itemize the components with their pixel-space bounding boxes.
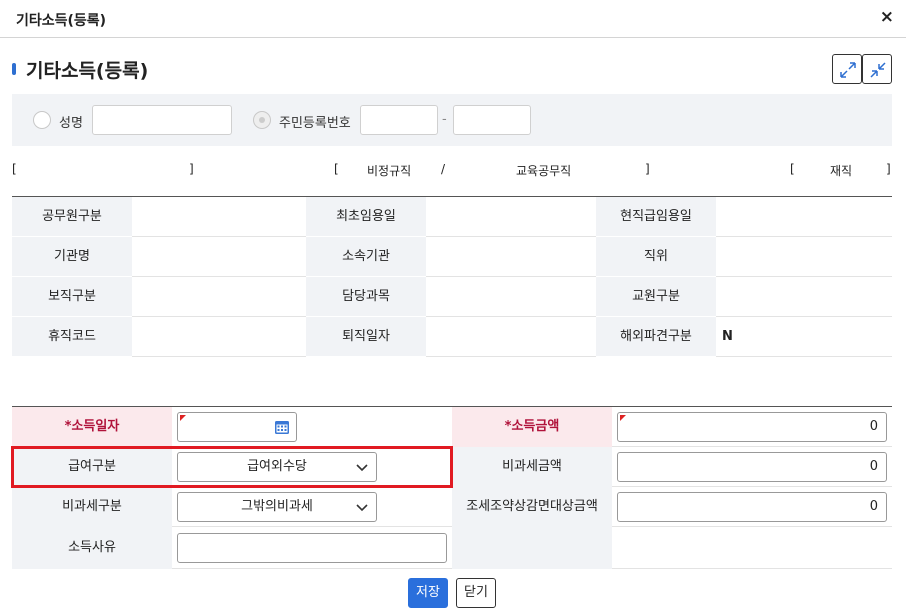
name-input[interactable] xyxy=(92,105,232,135)
income-date-label: *소득일자 xyxy=(12,407,172,447)
info-value xyxy=(716,277,892,317)
nontax-amount-value: 0 xyxy=(869,459,878,474)
reason-input[interactable] xyxy=(177,533,447,563)
search-panel: 성명 주민등록번호 - xyxy=(12,94,892,146)
info-label: 교원구분 xyxy=(596,277,716,317)
income-amount-label: *소득금액 xyxy=(452,407,612,447)
info-label: 기관명 xyxy=(12,237,132,277)
info-label: 소속기관 xyxy=(306,237,426,277)
info-row: 공무원구분 최초임용일 현직급임용일 xyxy=(12,197,892,237)
rrn-separator: - xyxy=(442,112,447,127)
required-marker xyxy=(620,415,626,421)
reason-label: 소득사유 xyxy=(12,527,172,569)
info-row: 휴직코드 퇴직일자 해외파견구분 N xyxy=(12,317,892,357)
nontax-type-select[interactable]: 그밖의비과세 xyxy=(177,492,377,522)
bracket-open: [ xyxy=(790,162,795,176)
bracket-close: ] xyxy=(189,162,194,176)
radio-name[interactable] xyxy=(33,111,51,129)
info-label: 현직급임용일 xyxy=(596,197,716,237)
info-label: 보직구분 xyxy=(12,277,132,317)
nontax-amount-input[interactable]: 0 xyxy=(617,452,887,482)
info-label: 담당과목 xyxy=(306,277,426,317)
save-button[interactable]: 저장 xyxy=(408,578,448,608)
employee-info-table: 공무원구분 최초임용일 현직급임용일 기관명 소속기관 직위 보직구분 담당과목… xyxy=(12,196,892,357)
radio-name-label: 성명 xyxy=(59,116,83,131)
close-button[interactable]: 닫기 xyxy=(456,578,496,608)
bracket-open: [ xyxy=(334,162,339,176)
slash: / xyxy=(441,162,446,176)
info-value xyxy=(426,317,596,357)
form-row: 비과세구분 그밖의비과세 조세조약상감면대상금액 0 xyxy=(12,487,892,527)
info-value: N xyxy=(716,317,892,357)
expand-button[interactable] xyxy=(832,54,862,84)
expand-icon xyxy=(840,62,856,78)
rrn-second-input[interactable] xyxy=(453,105,531,135)
info-label: 최초임용일 xyxy=(306,197,426,237)
info-value xyxy=(426,277,596,317)
info-row: 기관명 소속기관 직위 xyxy=(12,237,892,277)
heading-marker xyxy=(12,63,16,75)
dialog-titlebar: 기타소득(등록) × xyxy=(0,0,906,38)
info-label: 해외파견구분 xyxy=(596,317,716,357)
treaty-amount-input[interactable]: 0 xyxy=(617,492,887,522)
chevron-down-icon xyxy=(356,504,368,512)
info-value xyxy=(716,197,892,237)
info-label: 퇴직일자 xyxy=(306,317,426,357)
income-date-field[interactable] xyxy=(177,412,297,442)
collapse-icon xyxy=(870,62,886,78)
nontax-type-value: 그밖의비과세 xyxy=(241,499,313,514)
income-amount-input[interactable]: 0 xyxy=(617,412,887,442)
page-title: 기타소득(등록) xyxy=(26,60,149,82)
info-row: 보직구분 담당과목 교원구분 xyxy=(12,277,892,317)
collapse-button[interactable] xyxy=(862,54,892,84)
info-label: 휴직코드 xyxy=(12,317,132,357)
radio-rrn-label: 주민등록번호 xyxy=(279,116,351,131)
form-row: *소득일자 *소득금액 0 xyxy=(12,407,892,447)
info-value xyxy=(132,237,306,277)
info-value xyxy=(132,277,306,317)
info-label: 직위 xyxy=(596,237,716,277)
close-icon[interactable]: × xyxy=(880,7,894,27)
info-label: 공무원구분 xyxy=(12,197,132,237)
bracket-open: [ xyxy=(12,162,17,176)
bracket-close: ] xyxy=(645,162,650,176)
empty-label-cell xyxy=(452,527,612,569)
calendar-icon[interactable] xyxy=(274,419,290,435)
nontax-amount-label: 비과세금액 xyxy=(452,447,612,487)
info-value xyxy=(426,237,596,277)
info-value xyxy=(132,317,306,357)
treaty-amount-value: 0 xyxy=(869,499,878,514)
highlight-box xyxy=(11,446,453,488)
info-value xyxy=(716,237,892,277)
bracket-close: ] xyxy=(886,162,891,176)
employee-status-row: [ ] [ 비정규직 / 교육공무직 ] [ 재직 ] xyxy=(12,162,892,182)
rrn-first-input[interactable] xyxy=(360,105,438,135)
income-amount-value: 0 xyxy=(869,419,878,434)
job-type: 교육공무직 xyxy=(516,164,572,178)
info-value xyxy=(132,197,306,237)
info-value xyxy=(426,197,596,237)
employment-state: 재직 xyxy=(830,164,853,178)
nontax-type-label: 비과세구분 xyxy=(12,487,172,527)
employment-type: 비정규직 xyxy=(367,164,412,178)
dialog-title: 기타소득(등록) xyxy=(16,13,107,29)
radio-rrn[interactable] xyxy=(253,111,271,129)
form-row: 소득사유 xyxy=(12,527,892,569)
treaty-amount-label: 조세조약상감면대상금액 xyxy=(452,487,612,527)
required-marker xyxy=(180,415,186,421)
